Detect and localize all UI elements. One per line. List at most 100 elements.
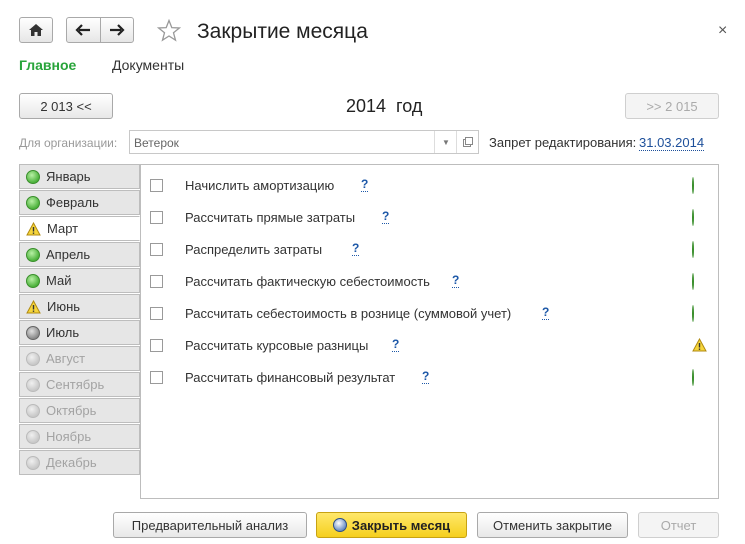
month-label: Ноябрь (46, 429, 92, 444)
task-label[interactable]: Рассчитать прямые затраты (185, 210, 355, 225)
task-status-green-icon (692, 273, 694, 290)
next-year-button[interactable]: >> 2 015 (625, 93, 719, 119)
task-status-green-icon (692, 241, 694, 258)
favorite-star-icon[interactable] (156, 18, 182, 47)
help-link[interactable]: ? (542, 306, 550, 320)
month-label: Июль (46, 325, 80, 340)
month-status-green-icon (26, 195, 40, 210)
task-label[interactable]: Распределить затраты (185, 242, 322, 257)
help-link[interactable]: ? (392, 338, 400, 352)
close-month-icon (332, 518, 347, 532)
month-status-disabled-icon (26, 455, 40, 470)
month-item[interactable]: Январь (19, 164, 140, 189)
month-label: Май (46, 273, 72, 288)
history-nav (66, 17, 134, 43)
prev-year-button[interactable]: 2 013 << (19, 93, 113, 119)
task-row: Рассчитать себестоимость в рознице (сумм… (150, 305, 710, 323)
task-checkbox[interactable] (150, 307, 163, 320)
month-item[interactable]: Май (19, 268, 140, 293)
tab-main[interactable]: Главное (19, 57, 76, 73)
arrow-right-icon (109, 24, 125, 36)
month-label: Август (46, 351, 86, 366)
dropdown-icon[interactable]: ▼ (434, 131, 457, 153)
month-status-green-icon (26, 247, 40, 262)
tab-documents[interactable]: Документы (112, 57, 184, 73)
home-icon (20, 18, 52, 42)
home-button[interactable] (19, 17, 53, 43)
month-item[interactable]: Сентябрь (19, 372, 140, 397)
month-item[interactable]: Апрель (19, 242, 140, 267)
task-checkbox[interactable] (150, 179, 163, 192)
help-link[interactable]: ? (352, 242, 360, 256)
task-status (692, 369, 694, 386)
window-title: Закрытие месяца (197, 20, 368, 43)
month-item[interactable]: Ноябрь (19, 424, 140, 449)
task-checkbox[interactable] (150, 243, 163, 256)
help-link[interactable]: ? (452, 274, 460, 288)
task-checkbox[interactable] (150, 371, 163, 384)
month-item[interactable]: Июнь (19, 294, 140, 319)
task-checkbox[interactable] (150, 339, 163, 352)
task-status-green-icon (692, 369, 694, 386)
month-label: Октябрь (46, 403, 97, 418)
org-field[interactable]: Ветерок ▼ (129, 130, 479, 154)
month-status-green-icon (26, 273, 40, 288)
month-label: Март (47, 221, 79, 236)
lock-label: Запрет редактирования: (489, 135, 637, 150)
report-button[interactable]: Отчет (638, 512, 719, 538)
help-link[interactable]: ? (422, 370, 430, 384)
task-warning-icon (692, 337, 707, 352)
month-item[interactable]: Март (19, 216, 140, 241)
month-status-disabled-icon (26, 351, 40, 366)
task-status-green-icon (692, 209, 694, 226)
month-item[interactable]: Февраль (19, 190, 140, 215)
open-icon[interactable] (456, 131, 479, 153)
task-row: Начислить амортизацию? (150, 177, 710, 195)
task-label[interactable]: Рассчитать фактическую себестоимость (185, 274, 430, 289)
task-checkbox[interactable] (150, 275, 163, 288)
help-link[interactable]: ? (382, 210, 390, 224)
task-status-green-icon (692, 305, 694, 322)
month-label: Декабрь (46, 455, 97, 470)
help-link[interactable]: ? (361, 178, 369, 192)
task-row: Распределить затраты? (150, 241, 710, 259)
org-label: Для организации: (19, 136, 118, 150)
month-label: Сентябрь (46, 377, 105, 392)
month-status-disabled-icon (26, 403, 40, 418)
task-status (692, 273, 694, 290)
month-item[interactable]: Декабрь (19, 450, 140, 475)
task-row: Рассчитать курсовые разницы? (150, 337, 710, 355)
task-status (692, 305, 694, 322)
lock-date-link[interactable]: 31.03.2014 (639, 135, 705, 151)
forward-button[interactable] (99, 18, 134, 42)
task-checkbox[interactable] (150, 211, 163, 224)
month-status-green-icon (26, 169, 40, 184)
month-label: Январь (46, 169, 91, 184)
task-status (692, 209, 694, 226)
task-label[interactable]: Рассчитать курсовые разницы (185, 338, 368, 353)
task-status-green-icon (692, 177, 694, 194)
task-status (692, 337, 707, 355)
close-month-label: Закрыть месяц (351, 517, 451, 533)
task-row: Рассчитать фактическую себестоимость? (150, 273, 710, 291)
task-row: Рассчитать финансовый результат? (150, 369, 710, 387)
month-warning-icon (26, 221, 41, 235)
cancel-close-button[interactable]: Отменить закрытие (477, 512, 628, 538)
month-label: Февраль (46, 195, 99, 210)
month-item[interactable]: Июль (19, 320, 140, 345)
task-label[interactable]: Рассчитать себестоимость в рознице (сумм… (185, 306, 511, 321)
task-row: Рассчитать прямые затраты? (150, 209, 710, 227)
month-status-disabled-icon (26, 377, 40, 392)
close-month-button[interactable]: Закрыть месяц (316, 512, 467, 538)
task-label[interactable]: Начислить амортизацию (185, 178, 334, 193)
arrow-left-icon (75, 24, 91, 36)
preliminary-analysis-button[interactable]: Предварительный анализ (113, 512, 307, 538)
month-item[interactable]: Август (19, 346, 140, 371)
back-button[interactable] (67, 18, 100, 42)
task-label[interactable]: Рассчитать финансовый результат (185, 370, 395, 385)
org-value: Ветерок (134, 136, 179, 150)
month-status-grey-icon (26, 325, 40, 340)
close-icon[interactable]: × (718, 22, 727, 40)
month-item[interactable]: Октябрь (19, 398, 140, 423)
month-warning-icon (26, 299, 41, 313)
